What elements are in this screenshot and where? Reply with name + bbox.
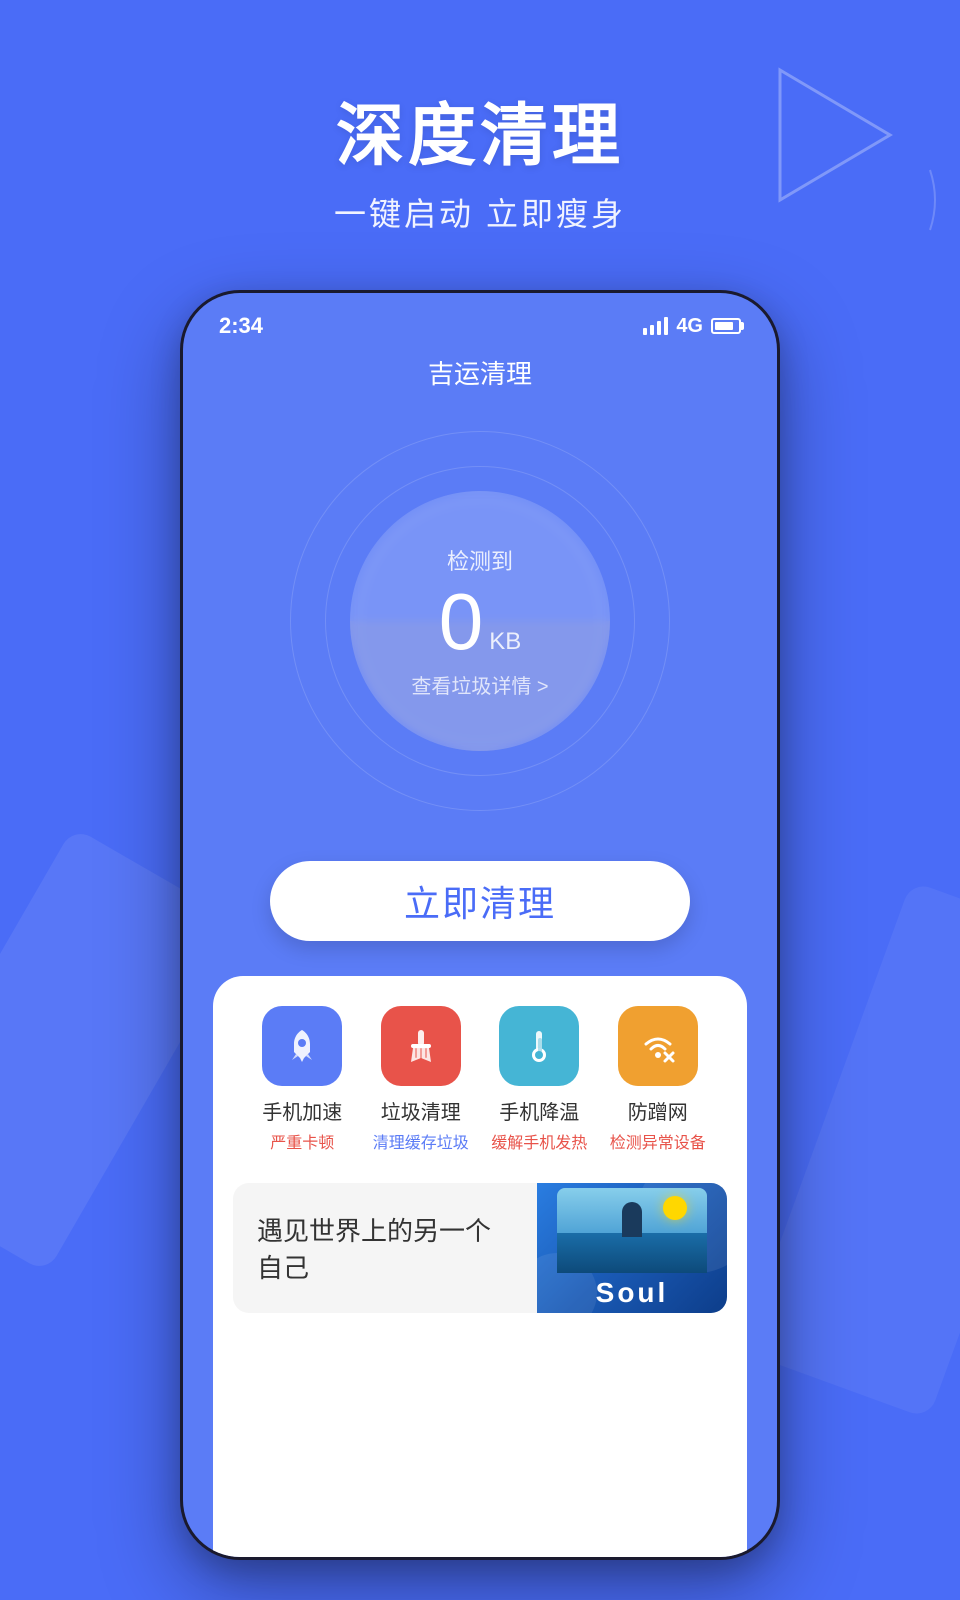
status-bar: 2:34 4G — [183, 293, 777, 349]
feature-icon-clean — [381, 1006, 461, 1086]
gauge-container: 检测到 0 KB 查看垃圾详情 > — [290, 431, 670, 811]
gauge-value: 0 — [439, 582, 484, 662]
main-content: 检测到 0 KB 查看垃圾详情 > 立即清理 — [183, 411, 777, 1557]
feature-desc-cool: 缓解手机发热 — [491, 1129, 587, 1153]
status-time: 2:34 — [219, 313, 263, 339]
feature-name-accelerate: 手机加速 — [262, 1096, 342, 1125]
main-title: 深度清理 — [0, 80, 960, 179]
feature-desc-wifi: 检测异常设备 — [610, 1129, 706, 1153]
feature-desc-accelerate: 严重卡顿 — [270, 1129, 334, 1153]
signal-bar-3 — [657, 321, 661, 335]
feature-name-wifi: 防蹭网 — [628, 1096, 688, 1125]
ad-banner[interactable]: 遇见世界上的另一个自己 — [233, 1183, 727, 1313]
phone-frame: 2:34 4G 吉运清理 — [180, 290, 780, 1560]
clean-button[interactable]: 立即清理 — [270, 861, 690, 941]
phone-screen: 2:34 4G 吉运清理 — [183, 293, 777, 1557]
wifi-block-icon — [638, 1026, 678, 1066]
ad-app-name: Soul — [596, 1277, 669, 1309]
feature-icon-wifi — [618, 1006, 698, 1086]
feature-icon-cool — [499, 1006, 579, 1086]
rocket-icon — [282, 1026, 322, 1066]
feature-icon-accelerate — [262, 1006, 342, 1086]
thermometer-icon — [519, 1026, 559, 1066]
phone-mockup: 2:34 4G 吉运清理 — [180, 290, 780, 1560]
ad-banner-text: 遇见世界上的另一个自己 — [233, 1191, 537, 1305]
gauge-center: 检测到 0 KB 查看垃圾详情 > — [350, 491, 610, 751]
feature-row: 手机加速 严重卡顿 — [233, 1006, 727, 1153]
network-type: 4G — [676, 315, 703, 338]
feature-name-cool: 手机降温 — [499, 1096, 579, 1125]
bottom-card: 手机加速 严重卡顿 — [213, 976, 747, 1557]
broom-icon — [401, 1026, 441, 1066]
clean-button-label: 立即清理 — [404, 875, 556, 927]
feature-item-accelerate[interactable]: 手机加速 严重卡顿 — [247, 1006, 357, 1153]
feature-item-wifi[interactable]: 防蹭网 检测异常设备 — [603, 1006, 713, 1153]
feature-item-clean[interactable]: 垃圾清理 清理缓存垃圾 — [366, 1006, 476, 1153]
gauge-unit: KB — [489, 628, 521, 656]
battery-icon — [711, 318, 741, 334]
ad-banner-image: Soul — [537, 1183, 727, 1313]
signal-bar-2 — [650, 325, 654, 335]
status-right: 4G — [643, 315, 741, 338]
signal-bar-1 — [643, 328, 647, 335]
gauge-detail-link[interactable]: 查看垃圾详情 > — [411, 670, 548, 699]
gauge-detected-label: 检测到 — [447, 544, 513, 576]
feature-item-cool[interactable]: 手机降温 缓解手机发热 — [484, 1006, 594, 1153]
feature-desc-clean: 清理缓存垃圾 — [373, 1129, 469, 1153]
app-title: 吉运清理 — [183, 349, 777, 411]
sub-title: 一键启动 立即瘦身 — [0, 189, 960, 235]
feature-name-clean: 垃圾清理 — [381, 1096, 461, 1125]
header-section: 深度清理 一键启动 立即瘦身 — [0, 80, 960, 235]
signal-bar-4 — [664, 317, 668, 335]
battery-fill — [715, 322, 733, 330]
signal-bars-icon — [643, 317, 668, 335]
